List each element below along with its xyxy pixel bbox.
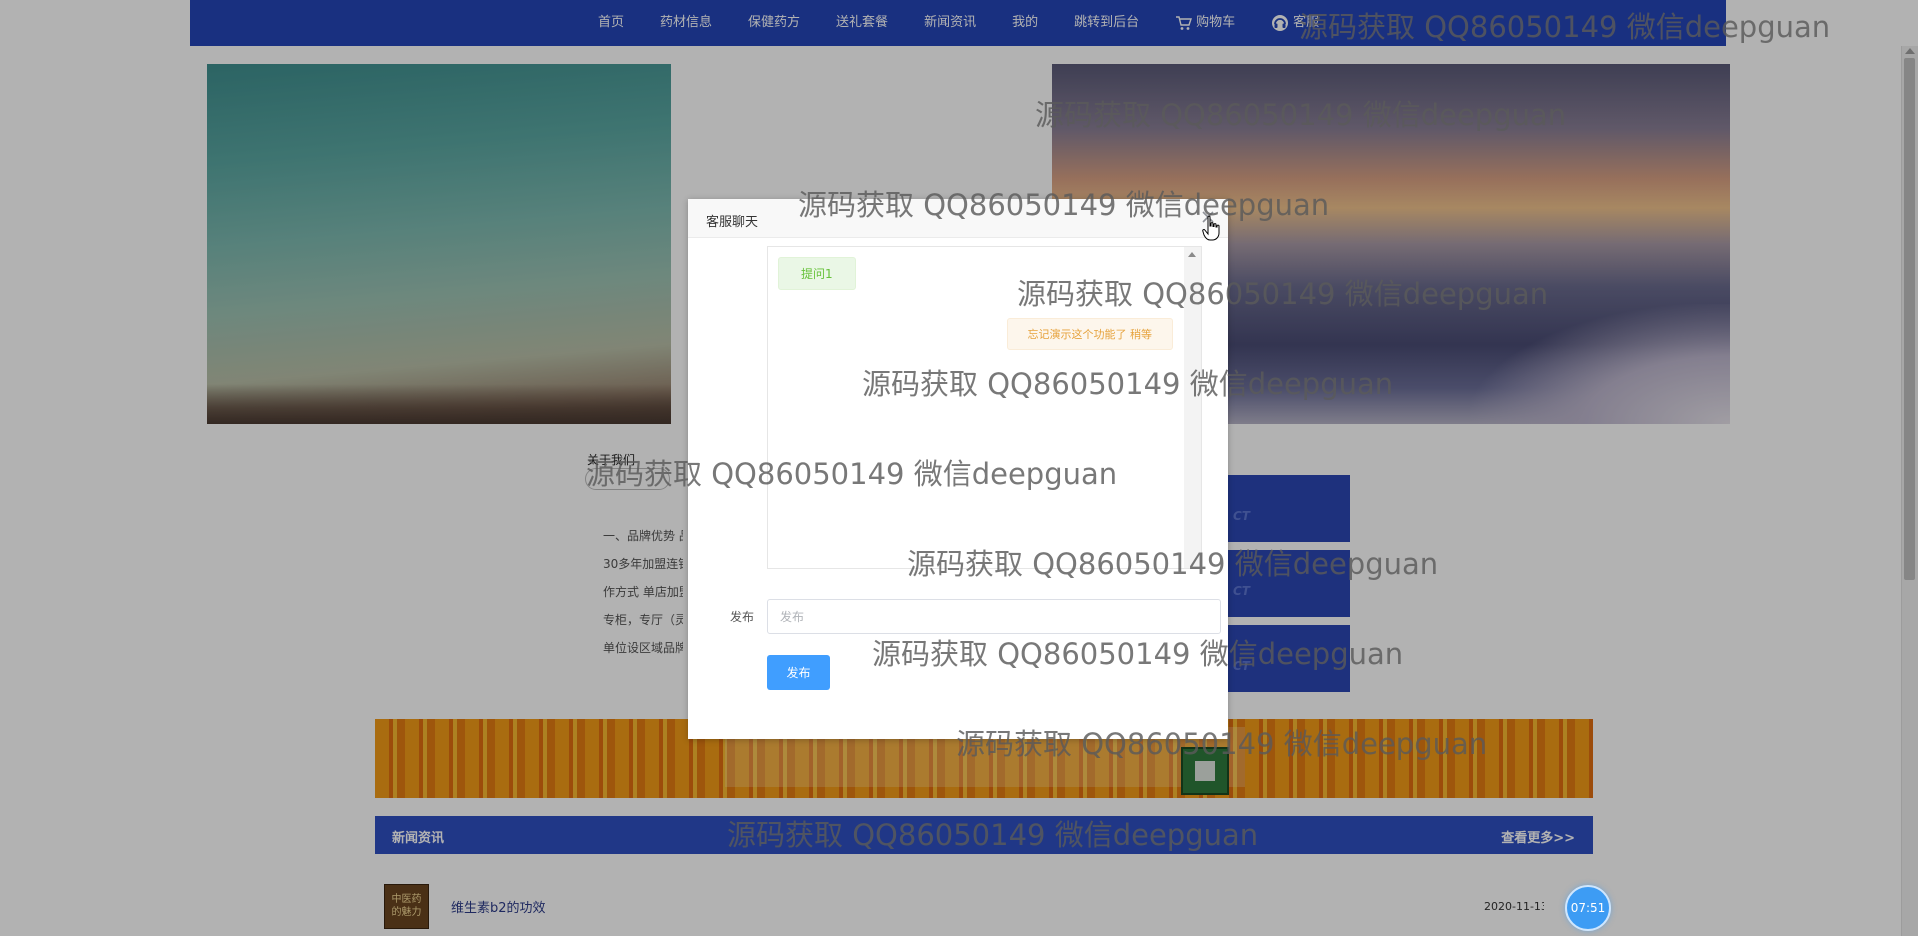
- dialog-header: 客服聊天: [688, 199, 1228, 238]
- chat-dialog: 客服聊天 提问1 忘记演示这个功能了 稍等 发布 发布: [688, 199, 1228, 739]
- user-message-bubble: 提问1: [778, 257, 856, 290]
- clock-bubble[interactable]: 07:51: [1565, 885, 1611, 931]
- hand-cursor-icon: [1202, 215, 1220, 241]
- post-button[interactable]: 发布: [767, 655, 830, 690]
- chat-message-area[interactable]: 提问1 忘记演示这个功能了 稍等: [767, 246, 1202, 569]
- message-input[interactable]: [767, 599, 1221, 634]
- service-message-bubble: 忘记演示这个功能了 稍等: [1006, 318, 1173, 350]
- dialog-title: 客服聊天: [706, 215, 759, 230]
- chat-scrollbar[interactable]: [1184, 247, 1201, 568]
- chat-scroll-up-icon[interactable]: [1188, 252, 1196, 257]
- post-label: 发布: [730, 610, 755, 624]
